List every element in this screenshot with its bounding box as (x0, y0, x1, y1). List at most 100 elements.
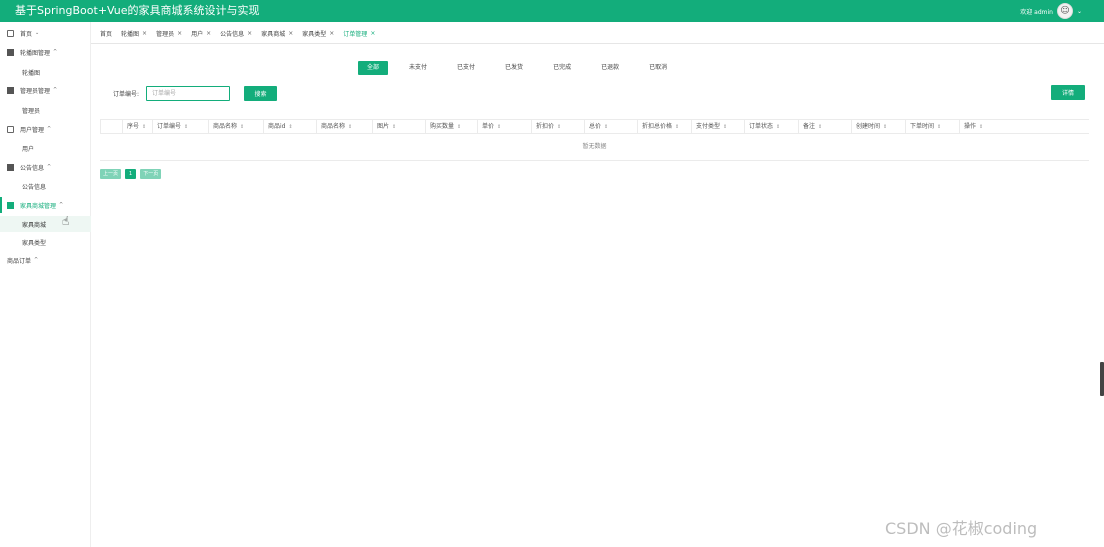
status-all-button[interactable]: 全部 (358, 61, 389, 75)
column-header[interactable]: 图片 ⇕ (372, 120, 425, 133)
status-completed-button[interactable]: 已完成 (544, 61, 580, 75)
column-header[interactable]: 支付类型 ⇕ (691, 120, 744, 133)
sort-icon[interactable]: ⇕ (818, 124, 822, 130)
close-icon[interactable]: × (247, 30, 252, 37)
status-shipped-button[interactable]: 已发货 (496, 61, 532, 75)
tab-order-management[interactable]: 订单管理 × (343, 29, 375, 38)
column-header[interactable]: 商品名称 ⇕ (208, 120, 263, 133)
scrollbar-thumb[interactable] (1100, 362, 1104, 396)
sidebar-group-carousel[interactable]: 轮播图管理 ^ (0, 44, 91, 60)
sidebar-group-admin[interactable]: 管理员管理 ^ (0, 82, 91, 98)
tab-users[interactable]: 用户 × (191, 29, 211, 38)
column-header[interactable]: 订单编号 ⇕ (152, 120, 208, 133)
column-header[interactable]: 折扣总价格 ⇕ (637, 120, 691, 133)
column-header[interactable]: 总价 ⇕ (584, 120, 637, 133)
column-header[interactable]: 下单时间 ⇕ (905, 120, 959, 133)
column-header[interactable]: 单价 ⇕ (477, 120, 531, 133)
order-number-input[interactable] (146, 86, 230, 101)
column-header[interactable]: 折扣价 ⇕ (531, 120, 584, 133)
home-icon (7, 29, 14, 37)
close-icon[interactable]: × (142, 30, 147, 37)
close-icon[interactable]: × (177, 30, 182, 37)
column-header[interactable]: 购买数量 ⇕ (425, 120, 477, 133)
sidebar-item-label: 用户管理 (20, 126, 45, 134)
sidebar-item-label: 商品订单 (7, 257, 32, 265)
sort-icon[interactable]: ⇕ (675, 124, 679, 130)
sort-icon[interactable]: ⇕ (240, 124, 244, 130)
tab-furniture-shop[interactable]: 家具商城 × (261, 29, 293, 38)
tab-furniture-type[interactable]: 家具类型 × (302, 29, 334, 38)
sort-icon[interactable]: ⇕ (937, 124, 941, 130)
column-label: 单价 (482, 123, 495, 130)
close-icon[interactable]: × (370, 30, 375, 37)
sidebar-item-label: 轮播图管理 (20, 49, 51, 57)
close-icon[interactable]: × (329, 30, 334, 37)
column-label: 图片 (377, 123, 390, 130)
sort-icon[interactable]: ⇕ (723, 124, 727, 130)
detail-button[interactable]: 详情 (1051, 85, 1085, 100)
column-header[interactable]: 商品id ⇕ (263, 120, 316, 133)
column-header[interactable]: 创建时间 ⇕ (851, 120, 905, 133)
sort-icon[interactable]: ⇕ (979, 124, 983, 130)
column-label: 折扣价 (536, 123, 555, 130)
sidebar-item-users[interactable]: 用户 (0, 140, 91, 156)
sort-icon[interactable]: ⇕ (604, 124, 608, 130)
sort-icon[interactable]: ⇕ (392, 124, 396, 130)
tab-admin[interactable]: 管理员 × (156, 29, 182, 38)
user-menu[interactable]: 欢迎 admin ☺ ⌄ (1020, 2, 1082, 20)
sidebar-group-furniture-shop[interactable]: 家具商城管理 ^ (0, 197, 91, 213)
chevron-down-icon[interactable]: ⌄ (1077, 8, 1082, 15)
tab-bar: 首页 轮播图 × 管理员 × 用户 × 公告信息 × 家具商城 × 家具类型 × 订单管理 × (100, 26, 384, 40)
sidebar-item-admin[interactable]: 管理员 (0, 102, 91, 118)
column-label: 支付类型 (696, 123, 721, 130)
sort-icon[interactable]: ⇕ (883, 124, 887, 130)
select-all-column[interactable] (100, 120, 122, 133)
sort-icon[interactable]: ⇕ (557, 124, 561, 130)
page-number-button[interactable]: 1 (125, 169, 137, 179)
prev-page-button[interactable]: 上一页 (100, 169, 122, 179)
tab-carousel[interactable]: 轮播图 × (121, 29, 147, 38)
sidebar-group-orders[interactable]: 商品订单 ^ (0, 252, 91, 268)
close-icon[interactable]: × (206, 30, 211, 37)
tab-label: 用户 (191, 30, 204, 38)
column-label: 商品id (268, 123, 286, 130)
sidebar-group-users[interactable]: 用户管理 ^ (0, 121, 91, 137)
grid-icon (7, 48, 14, 56)
sort-icon[interactable]: ⇕ (348, 124, 352, 130)
grid-icon (7, 86, 14, 94)
column-label: 操作 (964, 123, 977, 130)
chevron-up-icon: ^ (47, 126, 52, 132)
sort-icon[interactable]: ⇕ (184, 124, 188, 130)
tab-notices[interactable]: 公告信息 × (220, 29, 252, 38)
column-header[interactable]: 备注 ⇕ (798, 120, 851, 133)
sort-icon[interactable]: ⇕ (497, 124, 501, 130)
sidebar-item-notices[interactable]: 公告信息 (0, 178, 91, 194)
status-refunded-button[interactable]: 已退款 (592, 61, 628, 75)
sort-icon[interactable]: ⇕ (457, 124, 461, 130)
sort-icon[interactable]: ⇕ (288, 124, 292, 130)
column-header[interactable]: 订单状态 ⇕ (744, 120, 798, 133)
tab-label: 轮播图 (121, 30, 140, 38)
status-unpaid-button[interactable]: 未支付 (400, 61, 436, 75)
sidebar-item-label: 家具商城管理 (20, 202, 57, 210)
search-button[interactable]: 搜索 (244, 86, 277, 101)
sidebar-group-notices[interactable]: 公告信息 ^ (0, 159, 91, 175)
tab-home[interactable]: 首页 (100, 29, 112, 38)
sidebar-item-carousel[interactable]: 轮播图 (0, 64, 91, 80)
status-cancelled-button[interactable]: 已取消 (640, 61, 676, 75)
next-page-button[interactable]: 下一页 (140, 169, 162, 179)
column-header[interactable]: 商品名称 ⇕ (316, 120, 372, 133)
column-header[interactable]: 操作 ⇕ (959, 120, 1089, 133)
sidebar-item-furniture-shop[interactable]: 家具商城 (0, 216, 91, 232)
status-paid-button[interactable]: 已支付 (448, 61, 484, 75)
sidebar-item-furniture-type[interactable]: 家具类型 (0, 234, 91, 250)
column-label: 序号 (127, 123, 140, 130)
column-header[interactable]: 序号 ⇕ (122, 120, 152, 133)
avatar[interactable]: ☺ (1056, 3, 1073, 19)
sort-icon[interactable]: ⇕ (142, 124, 146, 130)
sort-icon[interactable]: ⇕ (776, 124, 780, 130)
sidebar-item-home[interactable]: 首页 ⌄ (0, 25, 91, 41)
column-label: 商品名称 (321, 123, 346, 130)
close-icon[interactable]: × (288, 30, 293, 37)
tab-label: 首页 (100, 30, 113, 38)
